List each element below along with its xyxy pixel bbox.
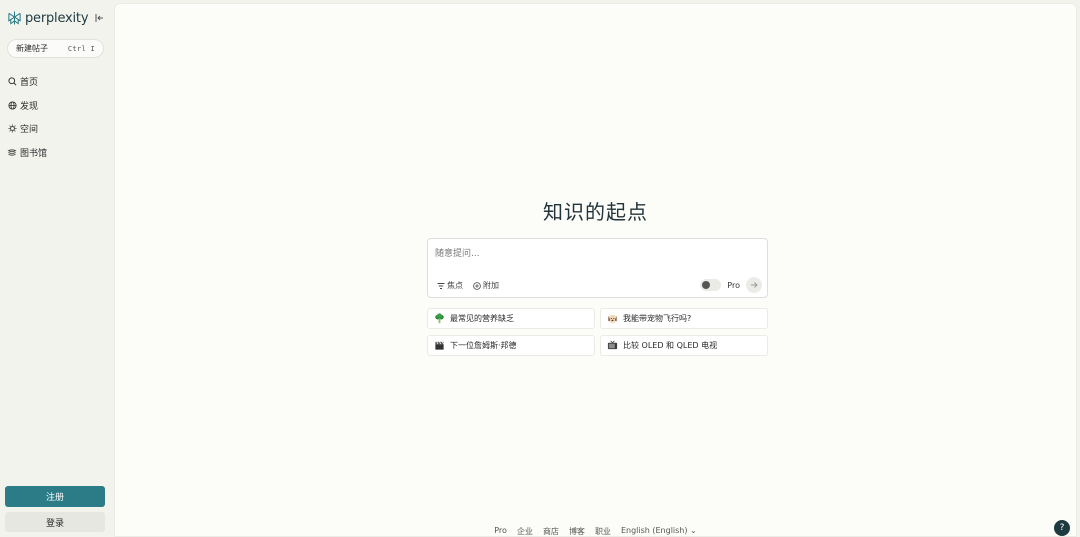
help-button[interactable]: ? <box>1054 520 1070 536</box>
suggestion-item[interactable]: 比较 OLED 和 QLED 电视 <box>600 335 768 356</box>
broccoli-icon <box>433 313 445 325</box>
attach-button[interactable]: 附加 <box>472 280 499 291</box>
attach-label: 附加 <box>483 281 499 290</box>
library-icon <box>7 147 17 157</box>
new-thread-shortcut: Ctrl I <box>67 44 95 53</box>
suggestion-label: 比较 OLED 和 QLED 电视 <box>623 341 718 350</box>
collapse-icon <box>95 14 103 22</box>
sidebar-item-home[interactable]: 首页 <box>7 70 107 94</box>
pro-label: Pro <box>727 280 740 290</box>
suggestion-label: 我能带宠物飞行吗? <box>623 314 692 323</box>
clapper-icon <box>433 340 445 352</box>
sidebar-item-library[interactable]: 图书馆 <box>7 141 107 165</box>
footer-link-careers[interactable]: 职业 <box>595 526 611 537</box>
toggle-knob <box>702 281 711 289</box>
logo[interactable]: perplexity <box>7 9 111 27</box>
suggestion-item[interactable]: 下一位詹姆斯·邦德 <box>427 335 595 356</box>
submit-button[interactable] <box>746 277 762 293</box>
footer: Pro 企业 商店 博客 职业 English (English) ⌄ <box>115 526 1076 537</box>
footer-link-pro[interactable]: Pro <box>494 526 507 537</box>
sidebar-item-spaces[interactable]: 空间 <box>7 117 107 141</box>
ask-box: 焦点 附加 Pro <box>427 238 768 298</box>
perplexity-logo-icon <box>8 11 21 25</box>
new-thread-label: 新建帖子 <box>16 44 48 53</box>
suggestion-item[interactable]: 我能带宠物飞行吗? <box>600 308 768 329</box>
sidebar-item-label: 空间 <box>20 125 39 136</box>
footer-link-enterprise[interactable]: 企业 <box>517 526 533 537</box>
focus-label: 焦点 <box>447 281 463 290</box>
footer-link-store[interactable]: 商店 <box>543 526 559 537</box>
focus-button[interactable]: 焦点 <box>436 280 463 291</box>
language-label: English (English) <box>620 526 688 535</box>
page-title: 知识的起点 <box>543 200 648 224</box>
dog-icon <box>606 313 618 325</box>
spaces-icon <box>7 124 17 134</box>
collapse-sidebar-button[interactable] <box>93 11 105 25</box>
login-button[interactable]: 登录 <box>5 512 105 532</box>
sidebar-item-label: 图书馆 <box>20 148 48 159</box>
plus-circle-icon <box>472 281 481 290</box>
globe-icon <box>7 100 17 110</box>
sidebar-item-label: 发现 <box>20 101 39 112</box>
suggestion-label: 下一位詹姆斯·邦德 <box>450 341 517 350</box>
brand-name: perplexity <box>25 10 89 26</box>
ask-tools: 焦点 附加 <box>436 280 508 291</box>
sidebar-item-label: 首页 <box>20 78 39 89</box>
sidebar-item-discover[interactable]: 发现 <box>7 94 107 118</box>
footer-link-blog[interactable]: 博客 <box>569 526 585 537</box>
tv-icon <box>606 340 618 352</box>
sidebar-nav: 首页 发现 空间 图书馆 <box>7 70 107 164</box>
sidebar: perplexity 新建帖子 Ctrl I 首页 发现 空间 图书馆 注册 登… <box>0 0 114 537</box>
suggestion-label: 最常见的营养缺乏 <box>450 314 514 323</box>
chevron-down-icon: ⌄ <box>690 526 697 535</box>
pro-area: Pro <box>700 277 762 293</box>
pro-toggle[interactable] <box>700 279 722 291</box>
arrow-right-icon <box>751 282 758 288</box>
search-icon <box>7 77 17 87</box>
main-panel: 知识的起点 焦点 附加 Pro <box>114 3 1077 537</box>
language-select[interactable]: English (English) ⌄ <box>621 526 697 537</box>
suggestion-item[interactable]: 最常见的营养缺乏 <box>427 308 595 329</box>
signup-button[interactable]: 注册 <box>5 486 105 507</box>
filter-icon <box>436 281 445 290</box>
ask-input[interactable] <box>435 247 755 261</box>
new-thread-button[interactable]: 新建帖子 Ctrl I <box>7 39 104 58</box>
